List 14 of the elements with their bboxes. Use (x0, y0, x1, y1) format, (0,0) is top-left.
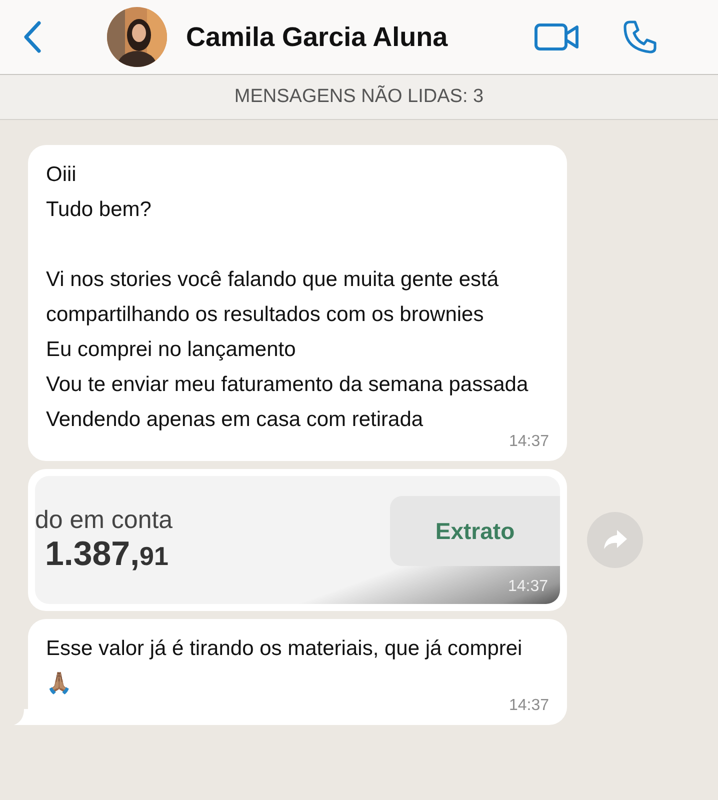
balance-label: do em conta (35, 506, 173, 535)
balance-amount: 1.387,91 (45, 535, 170, 574)
message-text: Esse valor já é tirando os materiais, que já comprei 🙏🏽 (46, 636, 524, 697)
back-icon[interactable] (22, 20, 42, 54)
message-time: 14:37 (508, 697, 549, 715)
message-text: Oiii Tudo bem? Vi nos stories você falando que muita gente está compartilhando os resultados com os brownies Eu comprei no lançamento Vou te enviar meu faturamento da semana passada Vendendo apenas em casa com retirada (46, 162, 530, 433)
phone-icon[interactable] (622, 19, 658, 55)
message-time: 14:37 (508, 578, 548, 596)
video-call-icon[interactable] (534, 21, 580, 53)
contact-name: Camila Garcia Aluna (186, 22, 448, 52)
screenshot-image[interactable]: do em conta 1.387,91 Extrato 14:37 (35, 476, 560, 604)
message-time: 14:37 (508, 433, 549, 451)
statement-button: Extrato (390, 496, 560, 566)
unread-count-label: MENSAGENS NÃO LIDAS: 3 (234, 86, 484, 108)
